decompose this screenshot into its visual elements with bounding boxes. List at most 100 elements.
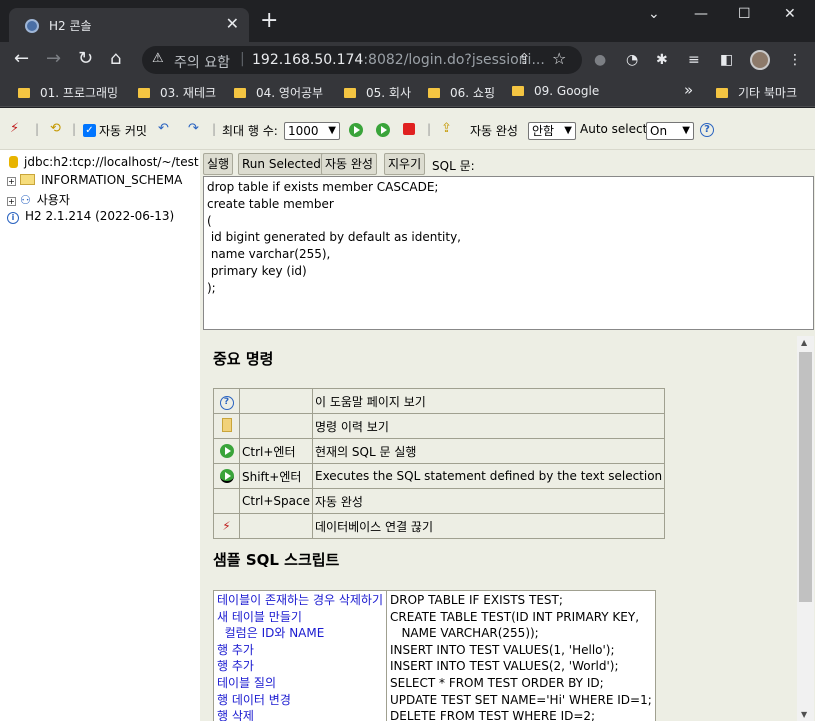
help-scrollbar[interactable]: ▲ ▼ <box>797 336 814 721</box>
auto-complete-button[interactable]: 자동 완성 <box>321 153 377 175</box>
folder-icon <box>512 86 524 96</box>
scroll-up-icon[interactable]: ▲ <box>801 338 807 347</box>
bookmark-star-icon[interactable]: ☆ <box>552 49 566 68</box>
help-icon[interactable]: ? <box>700 123 714 137</box>
bookmark-label: 05. 회사 <box>366 86 411 100</box>
disconnect-icon[interactable]: ⚡ <box>222 519 230 533</box>
command-key <box>239 413 313 439</box>
h2-toolbar: ⚡ | ⟲ | ✓ 자동 커밋 ↶ ↷ | 최대 행 수: 1000 ▼ | ⇪ … <box>0 108 815 150</box>
maximize-icon[interactable]: ☐ <box>738 6 751 22</box>
bookmark-label: 03. 재테크 <box>160 86 217 100</box>
bookmark-folder[interactable]: 05. 회사 <box>344 84 411 101</box>
expand-icon[interactable]: + <box>7 177 16 186</box>
share-icon[interactable]: ⇪ <box>518 50 531 68</box>
tree-connection[interactable]: jdbc:h2:tcp://localhost/~/test <box>9 155 199 169</box>
tree-users[interactable]: + ⚇ 사용자 <box>7 191 70 208</box>
refresh-icon[interactable]: ⟲ <box>50 121 61 136</box>
sample-link[interactable]: 테이블 질의 <box>217 675 383 692</box>
auto-complete-select[interactable]: 안함 ▼ <box>528 122 576 140</box>
command-desc: 자동 완성 <box>311 488 666 514</box>
clear-button[interactable]: 지우기 <box>384 153 426 175</box>
close-window-icon[interactable]: ✕ <box>784 6 796 22</box>
bookmark-label: 01. 프로그래밍 <box>40 86 119 100</box>
bookmark-folder[interactable]: 09. Google <box>512 84 599 98</box>
bookmark-folder[interactable]: 04. 영어공부 <box>234 84 323 101</box>
run-icon[interactable] <box>349 123 363 137</box>
command-icon-cell <box>213 488 240 514</box>
history-icon[interactable] <box>221 417 232 432</box>
schema-tree: jdbc:h2:tcp://localhost/~/test + INFORMAT… <box>0 150 200 721</box>
schema-label: INFORMATION_SCHEMA <box>41 173 183 187</box>
tree-schema[interactable]: + INFORMATION_SCHEMA <box>7 173 182 187</box>
reload-icon[interactable]: ↻ <box>78 50 93 68</box>
sample-sql-title: 샘플 SQL 스크립트 <box>213 551 340 569</box>
browser-tab[interactable]: H2 콘솔 ✕ <box>9 8 249 42</box>
media-playlist-icon[interactable]: ≡ <box>688 52 700 68</box>
auto-select-select[interactable]: On ▼ <box>646 122 694 140</box>
command-icon-cell: ? <box>213 388 240 414</box>
bookmark-folder[interactable]: 03. 재테크 <box>138 84 216 101</box>
rollback-icon[interactable]: ↶ <box>158 121 169 136</box>
sample-link[interactable]: 새 테이블 만들기 <box>217 609 383 626</box>
folder-icon <box>18 88 30 98</box>
chevron-down-icon: ▼ <box>564 125 572 136</box>
warning-icon[interactable]: ⚠ <box>152 51 164 66</box>
omnibox[interactable]: ⚠ 주의 요함 | 192.168.50.174:8082/login.do?j… <box>142 46 582 74</box>
history-icon[interactable]: ⇪ <box>441 121 452 136</box>
command-key <box>239 513 313 539</box>
profile-avatar[interactable] <box>750 50 770 70</box>
tab-search-icon[interactable]: ⌄ <box>648 6 660 22</box>
scroll-down-icon[interactable]: ▼ <box>801 710 807 719</box>
table-row: ⚡ 데이터베이스 연결 끊기 <box>213 513 666 539</box>
minimize-icon[interactable]: — <box>694 6 708 22</box>
new-tab-button[interactable]: + <box>260 10 278 32</box>
tab-close-icon[interactable]: ✕ <box>226 14 239 33</box>
expand-icon[interactable]: + <box>7 197 16 206</box>
bookmark-folder[interactable]: 01. 프로그래밍 <box>18 84 118 101</box>
sample-link[interactable]: 행 데이터 변경 <box>217 692 383 709</box>
sample-link[interactable]: 행 추가 <box>217 642 383 659</box>
home-icon[interactable]: ⌂ <box>110 50 121 68</box>
bookmark-folder[interactable]: 06. 쇼핑 <box>428 84 495 101</box>
auto-complete-value: 안함 <box>532 124 555 138</box>
back-icon[interactable]: ← <box>14 50 29 68</box>
info-icon: i <box>7 212 19 224</box>
extension-mouse-icon[interactable]: ● <box>594 52 606 68</box>
auto-commit-checkbox[interactable]: ✓ <box>83 124 96 137</box>
extension-bell-icon[interactable]: ◔ <box>626 52 638 68</box>
run-icon[interactable] <box>219 444 234 459</box>
stop-icon[interactable] <box>403 123 415 135</box>
url-text[interactable]: 192.168.50.174:8082/login.do?jsessioni..… <box>252 52 545 68</box>
sample-link[interactable]: 행 삭제 <box>217 708 383 721</box>
forward-icon[interactable]: → <box>46 50 61 68</box>
sql-editor[interactable]: drop table if exists member CASCADE; cre… <box>203 176 814 330</box>
tree-version: i H2 2.1.214 (2022-06-13) <box>7 209 174 224</box>
bookmark-label: 06. 쇼핑 <box>450 86 495 100</box>
omnibox-divider: | <box>240 51 245 67</box>
help-panel: 중요 명령 ? 이 도움말 페이지 보기 명령 이력 보기 Ctrl+엔터 현재… <box>203 336 797 721</box>
other-bookmarks-folder[interactable]: 기타 북마크 <box>716 84 797 101</box>
sample-link[interactable]: 컬럼은 ID와 NAME <box>217 625 383 642</box>
max-rows-select[interactable]: 1000 ▼ <box>284 122 340 140</box>
sample-code-line: SELECT * FROM TEST ORDER BY ID; <box>390 675 604 690</box>
folder-icon <box>344 88 356 98</box>
toolbar-divider: | <box>427 122 432 136</box>
run-selected-icon[interactable] <box>376 123 390 137</box>
run-selected-button[interactable]: Run Selected <box>238 153 325 175</box>
side-panel-icon[interactable]: ◧ <box>720 52 733 68</box>
extensions-puzzle-icon[interactable]: ✱ <box>656 52 668 68</box>
commit-icon[interactable]: ↷ <box>188 121 199 136</box>
run-selected-icon[interactable] <box>219 469 234 484</box>
disconnect-icon[interactable]: ⚡ <box>10 121 19 136</box>
table-row: ? 이 도움말 페이지 보기 <box>213 388 666 414</box>
table-row: Ctrl+엔터 현재의 SQL 문 실행 <box>213 438 666 464</box>
sample-link[interactable]: 테이블이 존재하는 경우 삭제하기 <box>217 592 383 609</box>
help-icon[interactable]: ? <box>219 395 234 410</box>
bookmarks-overflow-icon[interactable]: » <box>684 81 693 99</box>
sample-link[interactable]: 행 추가 <box>217 658 383 675</box>
menu-kebab-icon[interactable]: ⋮ <box>788 52 802 68</box>
scrollbar-thumb[interactable] <box>799 352 812 602</box>
run-button[interactable]: 실행 <box>203 153 234 175</box>
command-key <box>239 388 313 414</box>
security-label[interactable]: 주의 요함 <box>174 52 230 72</box>
